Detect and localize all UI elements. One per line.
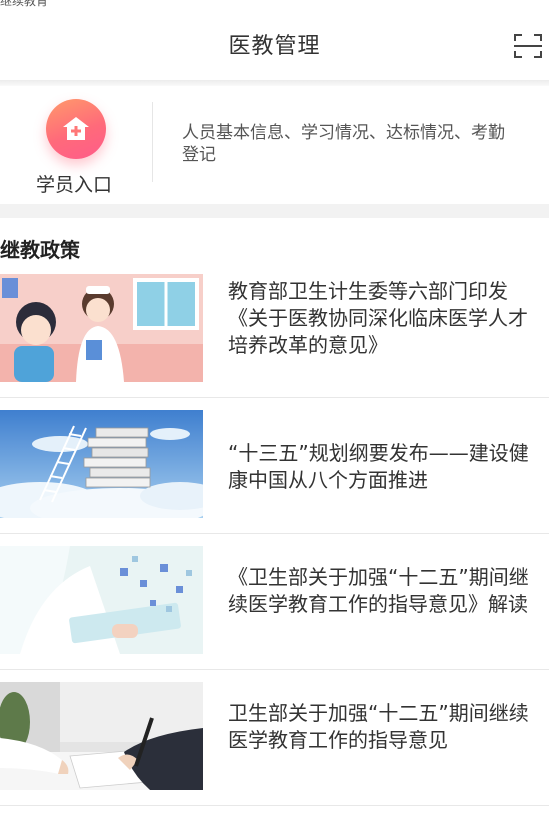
section-gap bbox=[0, 204, 549, 218]
student-entry-panel: 学员入口 人员基本信息、学习情况、达标情况、考勤登记 bbox=[0, 86, 549, 204]
entry-divider bbox=[152, 102, 153, 182]
doctor-tablet-thumbnail bbox=[0, 546, 203, 654]
news-title: “十三五”规划纲要发布——建设健康中国从八个方面推进 bbox=[228, 441, 529, 492]
student-entry-label[interactable]: 学员入口 bbox=[36, 170, 112, 197]
news-title: 教育部卫生计生委等六部门印发《关于医教协同深化临床医学人才培养改革的意见》 bbox=[228, 279, 528, 357]
student-entry-description: 人员基本信息、学习情况、达标情况、考勤登记 bbox=[182, 123, 505, 165]
hospital-icon bbox=[63, 117, 89, 140]
news-title: 卫生部关于加强“十二五”期间继续医学教育工作的指导意见 bbox=[228, 701, 529, 752]
books-in-clouds-thumbnail bbox=[0, 410, 203, 518]
news-item-4[interactable]: 卫生部关于加强“十二五”期间继续医学教育工作的指导意见 bbox=[0, 670, 549, 806]
divider bbox=[0, 805, 549, 806]
app-header: 医教管理 bbox=[0, 8, 549, 80]
student-entry-button[interactable] bbox=[46, 99, 106, 159]
status-bar: 继续教育 bbox=[0, 0, 549, 8]
page-title: 医教管理 bbox=[228, 34, 321, 59]
news-item-2[interactable]: “十三五”规划纲要发布——建设健康中国从八个方面推进 bbox=[0, 398, 549, 534]
news-title: 《卫生部关于加强“十二五”期间继续医学教育工作的指导意见》解读 bbox=[228, 565, 529, 616]
policy-section-title: 继教政策 bbox=[0, 238, 80, 262]
signing-document-thumbnail bbox=[0, 682, 203, 790]
nurse-illustration-thumbnail bbox=[0, 274, 203, 382]
scan-button[interactable] bbox=[513, 32, 543, 60]
news-item-3[interactable]: 《卫生部关于加强“十二五”期间继续医学教育工作的指导意见》解读 bbox=[0, 534, 549, 670]
scan-icon bbox=[514, 34, 542, 58]
status-bar-text: 继续教育 bbox=[0, 0, 49, 8]
news-item-1[interactable]: 教育部卫生计生委等六部门印发《关于医教协同深化临床医学人才培养改革的意见》 bbox=[0, 262, 549, 398]
